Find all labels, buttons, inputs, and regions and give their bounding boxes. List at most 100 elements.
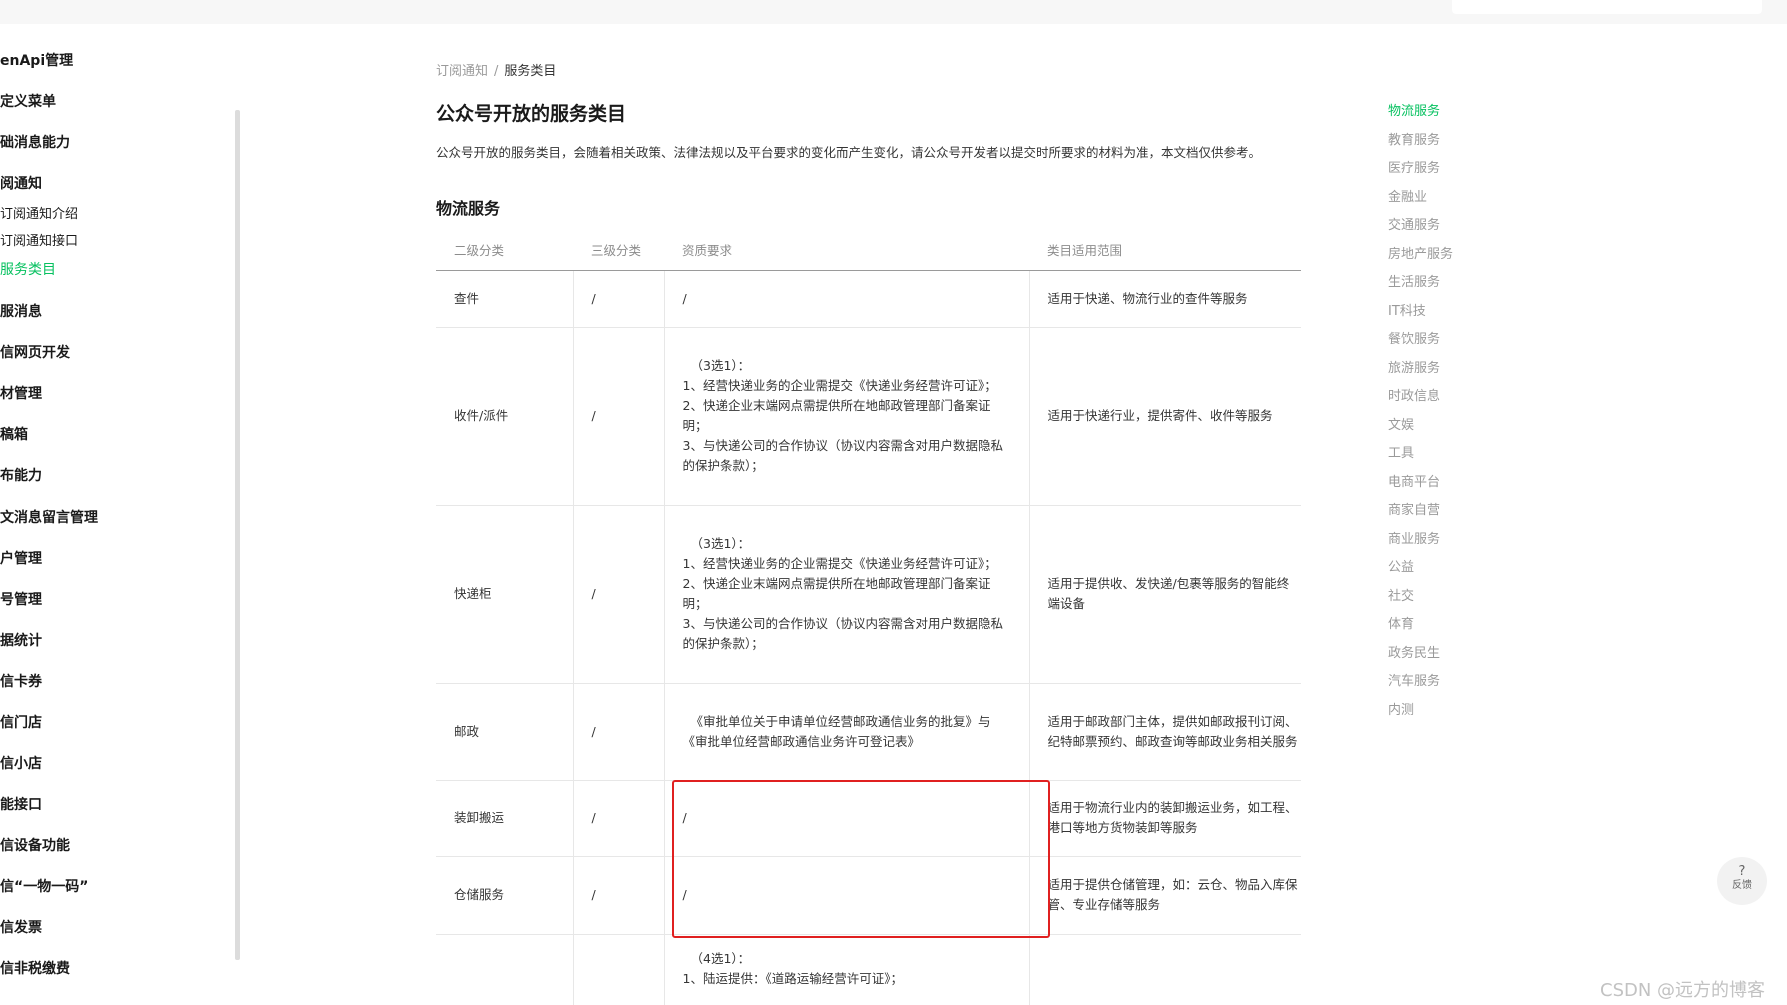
cell-level2: 查件 bbox=[436, 270, 574, 328]
toc-item[interactable]: 文娱 bbox=[1388, 414, 1414, 433]
cell-level3 bbox=[573, 934, 665, 1005]
sidebar-item[interactable]: 础消息能力 bbox=[0, 132, 70, 152]
toc-item[interactable]: 生活服务 bbox=[1388, 271, 1440, 290]
cell-scope: 适用于快递、物流行业的查件等服务 bbox=[1029, 270, 1301, 328]
breadcrumb: 订阅通知 / 服务类目 bbox=[436, 60, 556, 79]
toc-item[interactable]: 体育 bbox=[1388, 613, 1414, 632]
sidebar-item[interactable]: 信小店 bbox=[0, 753, 42, 773]
toc-item[interactable]: 教育服务 bbox=[1388, 129, 1440, 148]
sidebar-item[interactable]: 信非税缴费 bbox=[0, 958, 70, 978]
sidebar-item[interactable]: 信门店 bbox=[0, 712, 42, 732]
cell-requirements: / bbox=[664, 856, 1030, 935]
sidebar-item[interactable]: 号管理 bbox=[0, 589, 42, 609]
feedback-button[interactable]: ? 反馈 bbox=[1717, 857, 1767, 905]
toc-item[interactable]: 内测 bbox=[1388, 699, 1414, 718]
table-row: （4选1）： 1、陆运提供：《道路运输经营许可证》； bbox=[436, 934, 1301, 1005]
cell-requirements: / bbox=[664, 780, 1030, 857]
toc-item[interactable]: 时政信息 bbox=[1388, 385, 1440, 404]
cell-level2: 快递柜 bbox=[436, 505, 574, 684]
requirement-line: 2、快递企业末端网点需提供所在地邮政管理部门备案证 bbox=[682, 576, 991, 591]
page-intro: 公众号开放的服务类目，会随着相关政策、法律法规以及平台要求的变化而产生变化，请公… bbox=[436, 145, 1262, 160]
sidebar-item[interactable]: 布能力 bbox=[0, 465, 42, 485]
requirement-line: 《审批单位关于申请单位经营邮政通信业务的批复》与 bbox=[690, 713, 991, 729]
sidebar: enApi管理 定义菜单础消息能力阅通知订阅通知介绍 订阅通知接口 服务类目服消息信网… bbox=[0, 24, 236, 1005]
requirement-line: 明； bbox=[682, 418, 708, 433]
requirement-line: （3选1）： bbox=[690, 358, 751, 373]
top-search-box[interactable] bbox=[1452, 0, 1762, 14]
table-row: 装卸搬运 / / 适用于物流行业内的装卸搬运业务，如工程、港口等地方货物装卸等服务 bbox=[436, 780, 1301, 857]
toc-item[interactable]: 旅游服务 bbox=[1388, 357, 1440, 376]
sidebar-item[interactable]: 信发票 bbox=[0, 917, 42, 937]
toc-item[interactable]: 电商平台 bbox=[1388, 471, 1440, 490]
header-scope: 类目适用范围 bbox=[1029, 230, 1301, 271]
cell-requirements: （4选1）： 1、陆运提供：《道路运输经营许可证》； bbox=[664, 934, 1030, 1005]
sidebar-item[interactable]: 订阅通知接口 bbox=[0, 230, 78, 249]
sidebar-item[interactable]: enApi管理 bbox=[0, 50, 73, 70]
toc-item[interactable]: IT科技 bbox=[1388, 300, 1426, 319]
sidebar-item[interactable]: 服务类目 bbox=[0, 259, 56, 279]
sidebar-item[interactable]: 能接口 bbox=[0, 794, 42, 814]
toc-item[interactable]: 公益 bbox=[1388, 556, 1414, 575]
sidebar-item[interactable]: 阅通知 bbox=[0, 173, 42, 193]
sidebar-item[interactable]: 订阅通知介绍 bbox=[0, 203, 78, 222]
toc-item[interactable]: 社交 bbox=[1388, 585, 1414, 604]
requirement-line: / bbox=[682, 290, 687, 306]
cell-scope: 适用于快递行业，提供寄件、收件等服务 bbox=[1029, 327, 1301, 506]
toc-item[interactable]: 餐饮服务 bbox=[1388, 328, 1440, 347]
sidebar-item[interactable]: 文消息留言管理 bbox=[0, 507, 98, 527]
requirement-line: 《审批单位经营邮政通信业务许可登记表》 bbox=[682, 733, 921, 749]
cell-level2: 装卸搬运 bbox=[436, 780, 574, 857]
sidebar-item[interactable]: 户管理 bbox=[0, 548, 42, 568]
sidebar-item[interactable]: 信网页开发 bbox=[0, 342, 70, 362]
breadcrumb-separator: / bbox=[494, 64, 499, 79]
cell-level2 bbox=[436, 934, 574, 1005]
section-title: 物流服务 bbox=[436, 199, 501, 218]
question-icon: ? bbox=[1738, 864, 1746, 879]
cell-requirements: （3选1）： 1、经营快递业务的企业需提交《快递业务经营许可证》； 2、快递企业末端… bbox=[664, 327, 1030, 506]
toc-item[interactable]: 物流服务 bbox=[1388, 100, 1440, 119]
header-level2: 二级分类 bbox=[436, 230, 573, 271]
requirement-line: 明； bbox=[682, 596, 708, 611]
toc-item[interactable]: 金融业 bbox=[1388, 186, 1427, 205]
toc-item[interactable]: 医疗服务 bbox=[1388, 157, 1440, 176]
sidebar-item[interactable]: 据统计 bbox=[0, 630, 42, 650]
service-category-table: 二级分类 三级分类 资质要求 类目适用范围 查件 / / 适用于快递、物流行业的查件等… bbox=[436, 230, 1301, 1005]
toc-item[interactable]: 商业服务 bbox=[1388, 528, 1440, 547]
requirement-line: （3选1）： bbox=[690, 536, 751, 551]
requirement-line: / bbox=[682, 887, 687, 902]
cell-level3: / bbox=[573, 683, 665, 781]
toc-item[interactable]: 商家自营 bbox=[1388, 499, 1440, 518]
cell-scope: 适用于邮政部门主体，提供如邮政报刊订阅、纪特邮票预约、邮政查询等邮政业务相关服务 bbox=[1029, 683, 1301, 781]
sidebar-item[interactable]: 定义菜单 bbox=[0, 91, 56, 111]
sidebar-item[interactable]: 材管理 bbox=[0, 383, 42, 403]
sidebar-item[interactable]: 信设备功能 bbox=[0, 835, 70, 855]
toc-item[interactable]: 工具 bbox=[1388, 442, 1414, 461]
cell-requirements: 《审批单位关于申请单位经营邮政通信业务的批复》与《审批单位经营邮政通信业务许可登… bbox=[664, 683, 1030, 781]
watermark: CSDN @远方的博客 bbox=[1600, 980, 1766, 1001]
toc-item[interactable]: 政务民生 bbox=[1388, 642, 1440, 661]
table-row: 快递柜 / （3选1）： 1、经营快递业务的企业需提交《快递业务经营许可证》； 2、快递… bbox=[436, 505, 1301, 684]
header-requirements: 资质要求 bbox=[664, 230, 1029, 271]
cell-scope: 适用于物流行业内的装卸搬运业务，如工程、港口等地方货物装卸等服务 bbox=[1029, 780, 1301, 857]
sidebar-scrollbar[interactable] bbox=[235, 110, 240, 960]
cell-requirements: （3选1）： 1、经营快递业务的企业需提交《快递业务经营许可证》； 2、快递企业末端… bbox=[664, 505, 1030, 684]
requirement-line: 2、快递企业末端网点需提供所在地邮政管理部门备案证 bbox=[682, 398, 991, 413]
cell-level2: 收件/派件 bbox=[436, 327, 574, 506]
table-row: 仓储服务 / / 适用于提供仓储管理，如：云仓、物品入库保管、专业存储等服务 bbox=[436, 856, 1301, 935]
breadcrumb-current: 服务类目 bbox=[504, 64, 557, 79]
table-row: 查件 / / 适用于快递、物流行业的查件等服务 bbox=[436, 270, 1301, 328]
sidebar-item[interactable]: 信“一物一码” bbox=[0, 876, 88, 896]
requirement-line: 的保护条款）； bbox=[682, 458, 764, 473]
breadcrumb-parent-link[interactable]: 订阅通知 bbox=[436, 64, 488, 79]
cell-level3: / bbox=[573, 505, 665, 684]
requirement-line: 3、与快递公司的合作协议（协议内容需含对用户数据隐私 bbox=[682, 438, 1003, 453]
cell-level2: 邮政 bbox=[436, 683, 574, 781]
toc-item[interactable]: 汽车服务 bbox=[1388, 670, 1440, 689]
sidebar-item[interactable]: 服消息 bbox=[0, 301, 42, 321]
page-title: 公众号开放的服务类目 bbox=[436, 103, 627, 125]
toc-item[interactable]: 交通服务 bbox=[1388, 214, 1440, 233]
sidebar-item[interactable]: 稿箱 bbox=[0, 424, 28, 444]
requirement-line: 1、经营快递业务的企业需提交《快递业务经营许可证》； bbox=[682, 556, 997, 571]
sidebar-item[interactable]: 信卡券 bbox=[0, 671, 42, 691]
toc-item[interactable]: 房地产服务 bbox=[1388, 243, 1453, 262]
